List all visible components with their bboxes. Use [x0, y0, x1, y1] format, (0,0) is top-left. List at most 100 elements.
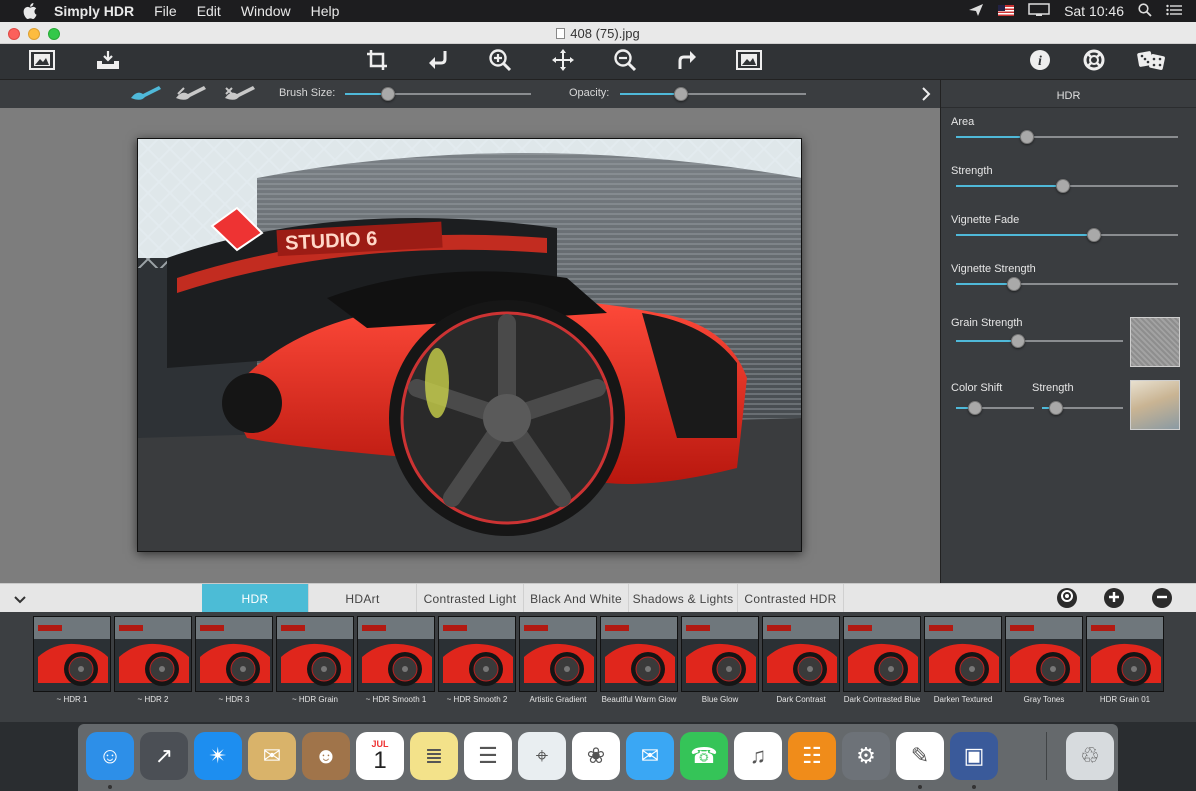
messages-icon[interactable]: ✉ [626, 732, 674, 780]
contacts-icon[interactable]: ☻ [302, 732, 350, 780]
preset-item[interactable]: ~ HDR Smooth 2 [438, 616, 516, 704]
menu-window[interactable]: Window [241, 3, 291, 19]
slider-knob[interactable] [674, 87, 689, 101]
brush-tool-erase[interactable] [174, 84, 208, 104]
preset-item[interactable]: Gray Tones [1005, 616, 1083, 704]
menu-edit[interactable]: Edit [197, 3, 221, 19]
location-arrow-icon[interactable] [968, 3, 984, 20]
brush-size-slider[interactable] [345, 86, 531, 102]
brush-tool-clear[interactable] [223, 84, 257, 104]
preset-item[interactable]: Artistic Gradient [519, 616, 597, 704]
strength-slider[interactable] [956, 178, 1178, 194]
slider-track[interactable] [620, 93, 806, 95]
slider-track[interactable] [956, 283, 1178, 285]
apple-icon[interactable] [20, 0, 40, 22]
clock-text[interactable]: Sat 10:46 [1064, 3, 1124, 19]
slider-track[interactable] [956, 340, 1123, 342]
calendar-icon[interactable]: JUL 1 [356, 732, 404, 780]
preset-item[interactable]: HDR Grain 01 [1086, 616, 1164, 704]
trash-icon[interactable]: ♲ [1066, 732, 1114, 780]
slider-knob[interactable] [967, 401, 982, 415]
slider-track[interactable] [956, 136, 1178, 138]
mail-icon[interactable]: ✉ [248, 732, 296, 780]
grain-texture-swatch[interactable] [1130, 317, 1180, 367]
preview-icon[interactable]: ▣ [950, 732, 998, 780]
open-image-button[interactable] [28, 48, 56, 76]
help-button[interactable] [1080, 48, 1108, 76]
zoom-out-button[interactable] [611, 48, 639, 76]
rotate-right-button[interactable] [673, 48, 701, 76]
preset-name: ~ HDR Smooth 2 [446, 695, 508, 704]
add-preset-button[interactable] [1104, 588, 1124, 608]
slider-knob[interactable] [1055, 179, 1070, 193]
tab-hdart[interactable]: HDArt [309, 584, 417, 613]
search-icon[interactable] [1138, 2, 1152, 20]
preset-item[interactable]: ~ HDR 1 [33, 616, 111, 704]
preset-item[interactable]: ~ HDR 2 [114, 616, 192, 704]
itunes-icon[interactable]: ♫ [734, 732, 782, 780]
slider-knob[interactable] [1020, 130, 1035, 144]
finder-icon[interactable]: ☺ [86, 732, 134, 780]
maps-icon[interactable]: ⌖ [518, 732, 566, 780]
vignette-fade-slider[interactable] [956, 227, 1178, 243]
safari-icon[interactable]: ✴ [194, 732, 242, 780]
collapse-panel-chevron-icon[interactable] [921, 86, 931, 105]
menu-app-name[interactable]: Simply HDR [54, 3, 134, 19]
zoom-in-button[interactable] [486, 48, 514, 76]
random-button[interactable] [1137, 48, 1166, 76]
menu-help[interactable]: Help [311, 3, 340, 19]
collapse-presets-chevron-icon[interactable] [13, 592, 27, 610]
preset-item[interactable]: Blue Glow [681, 616, 759, 704]
tab-black-and-white[interactable]: Black And White [524, 584, 629, 613]
color-texture-swatch[interactable] [1130, 380, 1180, 430]
color-shift-slider[interactable] [956, 400, 1034, 416]
launchpad-icon[interactable]: ↗ [140, 732, 188, 780]
reminders-icon[interactable]: ☰ [464, 732, 512, 780]
tab-contrasted-light[interactable]: Contrasted Light [417, 584, 524, 613]
slider-knob[interactable] [1086, 228, 1101, 242]
tab-hdr[interactable]: HDR [202, 584, 309, 613]
rotate-left-button[interactable] [424, 48, 452, 76]
preset-item[interactable]: ~ HDR Grain [276, 616, 354, 704]
pan-button[interactable] [549, 48, 577, 76]
list-icon[interactable] [1166, 3, 1182, 19]
opacity-slider[interactable] [620, 86, 806, 102]
preset-item[interactable]: Beautiful Warm Glow [600, 616, 678, 704]
grain-strength-slider[interactable] [956, 333, 1123, 349]
slider-track[interactable] [956, 234, 1178, 236]
slider-track[interactable] [345, 93, 531, 95]
ibooks-icon[interactable]: ☷ [788, 732, 836, 780]
tab-shadows-lights[interactable]: Shadows & Lights [629, 584, 738, 613]
textedit-icon[interactable]: ✎ [896, 732, 944, 780]
brush-tool-add[interactable] [129, 84, 163, 104]
system-preferences-icon[interactable]: ⚙ [842, 732, 890, 780]
preset-item[interactable]: Dark Contrasted Blue [843, 616, 921, 704]
menu-file[interactable]: File [154, 3, 177, 19]
slider-knob[interactable] [1010, 334, 1025, 348]
notes-icon[interactable]: ≣ [410, 732, 458, 780]
export-image-button[interactable] [735, 48, 763, 76]
display-icon[interactable] [1028, 2, 1050, 20]
preset-item[interactable]: ~ HDR Smooth 1 [357, 616, 435, 704]
slider-knob[interactable] [1006, 277, 1021, 291]
preset-name: Beautiful Warm Glow [601, 695, 677, 704]
image-canvas[interactable]: STUDIO 6 [0, 108, 940, 583]
save-image-button[interactable] [94, 48, 122, 76]
tab-contrasted-hdr[interactable]: Contrasted HDR [738, 584, 844, 613]
slider-knob[interactable] [380, 87, 395, 101]
area-slider[interactable] [956, 129, 1178, 145]
preset-item[interactable]: Dark Contrast [762, 616, 840, 704]
flag-icon[interactable] [998, 3, 1015, 19]
slider-knob[interactable] [1048, 401, 1063, 415]
manage-presets-button[interactable] [1057, 588, 1077, 608]
preset-item[interactable]: ~ HDR 3 [195, 616, 273, 704]
info-button[interactable]: i [1026, 48, 1054, 76]
photo-preview[interactable]: STUDIO 6 [137, 138, 802, 552]
color-strength-slider[interactable] [1042, 400, 1123, 416]
facetime-icon[interactable]: ☎ [680, 732, 728, 780]
remove-preset-button[interactable] [1152, 588, 1172, 608]
crop-button[interactable] [363, 48, 391, 76]
preset-item[interactable]: Darken Textured [924, 616, 1002, 704]
vignette-strength-slider[interactable] [956, 276, 1178, 292]
photos-icon[interactable]: ❀ [572, 732, 620, 780]
